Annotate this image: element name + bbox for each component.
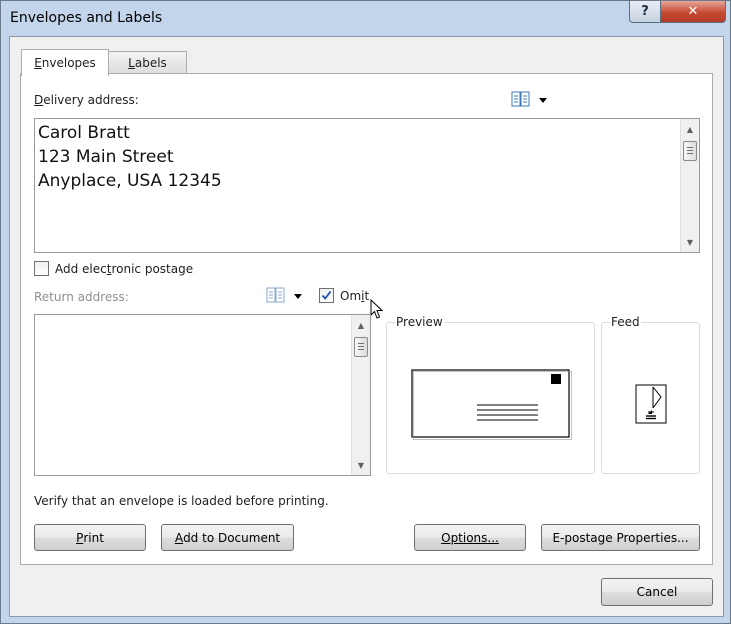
return-address-book-dropdown-icon[interactable] — [294, 294, 302, 299]
cancel-label: Cancel — [636, 585, 678, 599]
return-address-scrollbar[interactable]: ▲ ▼ — [351, 315, 370, 475]
delivery-address-book-dropdown-icon[interactable] — [539, 98, 547, 103]
scroll-down-arrow-icon[interactable]: ▼ — [681, 234, 699, 250]
options-button[interactable]: Options... — [414, 524, 526, 551]
status-message: Verify that an envelope is loaded before… — [34, 494, 329, 508]
add-to-document-button[interactable]: Add to Document — [161, 524, 294, 551]
help-button[interactable]: ? — [629, 1, 661, 23]
tab-envelopes[interactable]: Envelopes — [21, 49, 109, 76]
options-accesskey: O — [441, 530, 451, 545]
delivery-address-input[interactable]: Carol Bratt 123 Main Street Anyplace, US… — [34, 118, 700, 253]
delivery-address-text: Carol Bratt 123 Main Street Anyplace, US… — [38, 123, 222, 191]
preview-label: Preview — [395, 315, 444, 329]
print-accesskey: P — [76, 530, 84, 545]
epostage-properties-button[interactable]: E-postage Properties... — [541, 524, 700, 551]
window-title: Envelopes and Labels — [10, 10, 163, 26]
feed-orientation-icon — [635, 384, 667, 424]
feed-group[interactable]: Feed — [601, 315, 700, 474]
tab-labels-accesskey: L — [128, 56, 135, 70]
feed-label: Feed — [610, 315, 641, 329]
cancel-button[interactable]: Cancel — [601, 578, 713, 606]
options-label: ptions... — [450, 530, 499, 545]
scroll-thumb[interactable] — [683, 141, 697, 161]
omit-label: Omit — [340, 289, 370, 303]
return-address-label: Return address: — [34, 290, 129, 304]
delivery-address-label: Delivery address: — [34, 93, 139, 107]
scroll-thumb[interactable] — [354, 337, 368, 357]
help-icon: ? — [641, 4, 649, 19]
envelopes-tab-panel: Delivery address: Carol Bratt 123 Main S… — [20, 73, 713, 565]
omit-checkbox[interactable] — [319, 288, 334, 303]
close-button[interactable]: ✕ — [660, 1, 726, 23]
add-label: dd to Document — [183, 530, 281, 545]
preview-group[interactable]: Preview — [386, 315, 595, 474]
tab-labels-label: abels — [134, 56, 167, 70]
mouse-cursor-icon — [370, 299, 384, 319]
add-electronic-postage-checkbox[interactable] — [34, 261, 49, 276]
title-bar: Envelopes and Labels ? ✕ — [1, 1, 730, 37]
scroll-up-arrow-icon[interactable]: ▲ — [352, 317, 370, 333]
delivery-address-scrollbar[interactable]: ▲ ▼ — [680, 119, 699, 252]
tab-labels[interactable]: Labels — [108, 51, 187, 74]
checkmark-icon — [321, 290, 332, 300]
envelope-preview-icon — [411, 369, 572, 440]
return-address-input[interactable]: ▲ ▼ — [34, 314, 371, 476]
dialog-client-area: Envelopes Labels Delivery address: Carol… — [9, 36, 724, 617]
envelopes-labels-dialog: Envelopes and Labels ? ✕ Envelopes Label… — [0, 0, 731, 624]
print-label: rint — [83, 530, 104, 545]
print-button[interactable]: Print — [34, 524, 146, 551]
tab-envelopes-label: nvelopes — [41, 56, 96, 70]
delivery-address-book-icon[interactable] — [511, 91, 531, 107]
scroll-up-arrow-icon[interactable]: ▲ — [681, 121, 699, 137]
close-icon: ✕ — [687, 4, 699, 19]
tab-envelopes-accesskey: E — [34, 56, 42, 70]
scroll-down-arrow-icon[interactable]: ▼ — [352, 457, 370, 473]
epostage-label: E-postage Properties... — [552, 530, 689, 545]
add-accesskey: A — [174, 530, 184, 545]
add-electronic-postage-label: Add electronic postage — [55, 262, 194, 276]
return-address-book-icon[interactable] — [266, 287, 286, 303]
